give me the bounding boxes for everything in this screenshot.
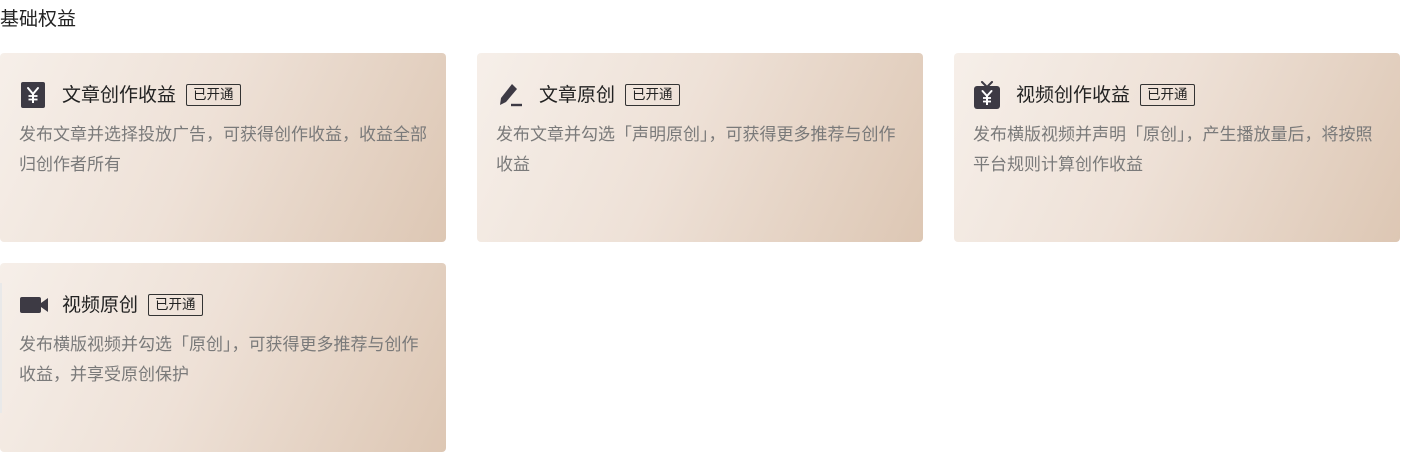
scroll-edge-divider bbox=[0, 283, 2, 413]
card-header: 视频原创 已开通 bbox=[19, 290, 427, 320]
yuan-icon bbox=[19, 81, 47, 109]
card-title: 视频创作收益 bbox=[1016, 84, 1131, 106]
card-article-original[interactable]: 文章原创 已开通 发布文章并勾选「声明原创」，可获得更多推荐与创作收益 bbox=[477, 53, 923, 242]
card-header: 文章原创 已开通 bbox=[496, 80, 904, 110]
card-description: 发布文章并勾选「声明原创」，可获得更多推荐与创作收益 bbox=[496, 125, 896, 175]
card-description: 发布横版视频并勾选「原创」，可获得更多推荐与创作收益，并享受原创保护 bbox=[19, 335, 419, 385]
card-header: 视频创作收益 已开通 bbox=[973, 80, 1381, 110]
card-video-revenue[interactable]: 视频创作收益 已开通 发布横版视频并声明「原创」，产生播放量后，将按照平台规则计… bbox=[954, 53, 1400, 242]
card-title: 文章原创 bbox=[539, 84, 616, 106]
video-camera-icon bbox=[19, 291, 48, 319]
card-description: 发布横版视频并声明「原创」，产生播放量后，将按照平台规则计算创作收益 bbox=[973, 125, 1373, 175]
card-description: 发布文章并选择投放广告，可获得创作收益，收益全部归创作者所有 bbox=[19, 125, 427, 175]
status-badge: 已开通 bbox=[186, 84, 241, 106]
card-title: 视频原创 bbox=[62, 294, 139, 316]
card-title: 文章创作收益 bbox=[62, 84, 177, 106]
card-header: 文章创作收益 已开通 bbox=[19, 80, 427, 110]
status-badge: 已开通 bbox=[625, 84, 680, 106]
card-video-original[interactable]: 视频原创 已开通 发布横版视频并勾选「原创」，可获得更多推荐与创作收益，并享受原… bbox=[0, 263, 446, 452]
status-badge: 已开通 bbox=[148, 294, 203, 316]
pen-icon bbox=[496, 81, 524, 109]
section-title: 基础权益 bbox=[0, 8, 77, 30]
status-badge: 已开通 bbox=[1140, 84, 1195, 106]
card-article-revenue[interactable]: 文章创作收益 已开通 发布文章并选择投放广告，可获得创作收益，收益全部归创作者所… bbox=[0, 53, 446, 242]
tv-yuan-icon bbox=[973, 81, 1001, 109]
